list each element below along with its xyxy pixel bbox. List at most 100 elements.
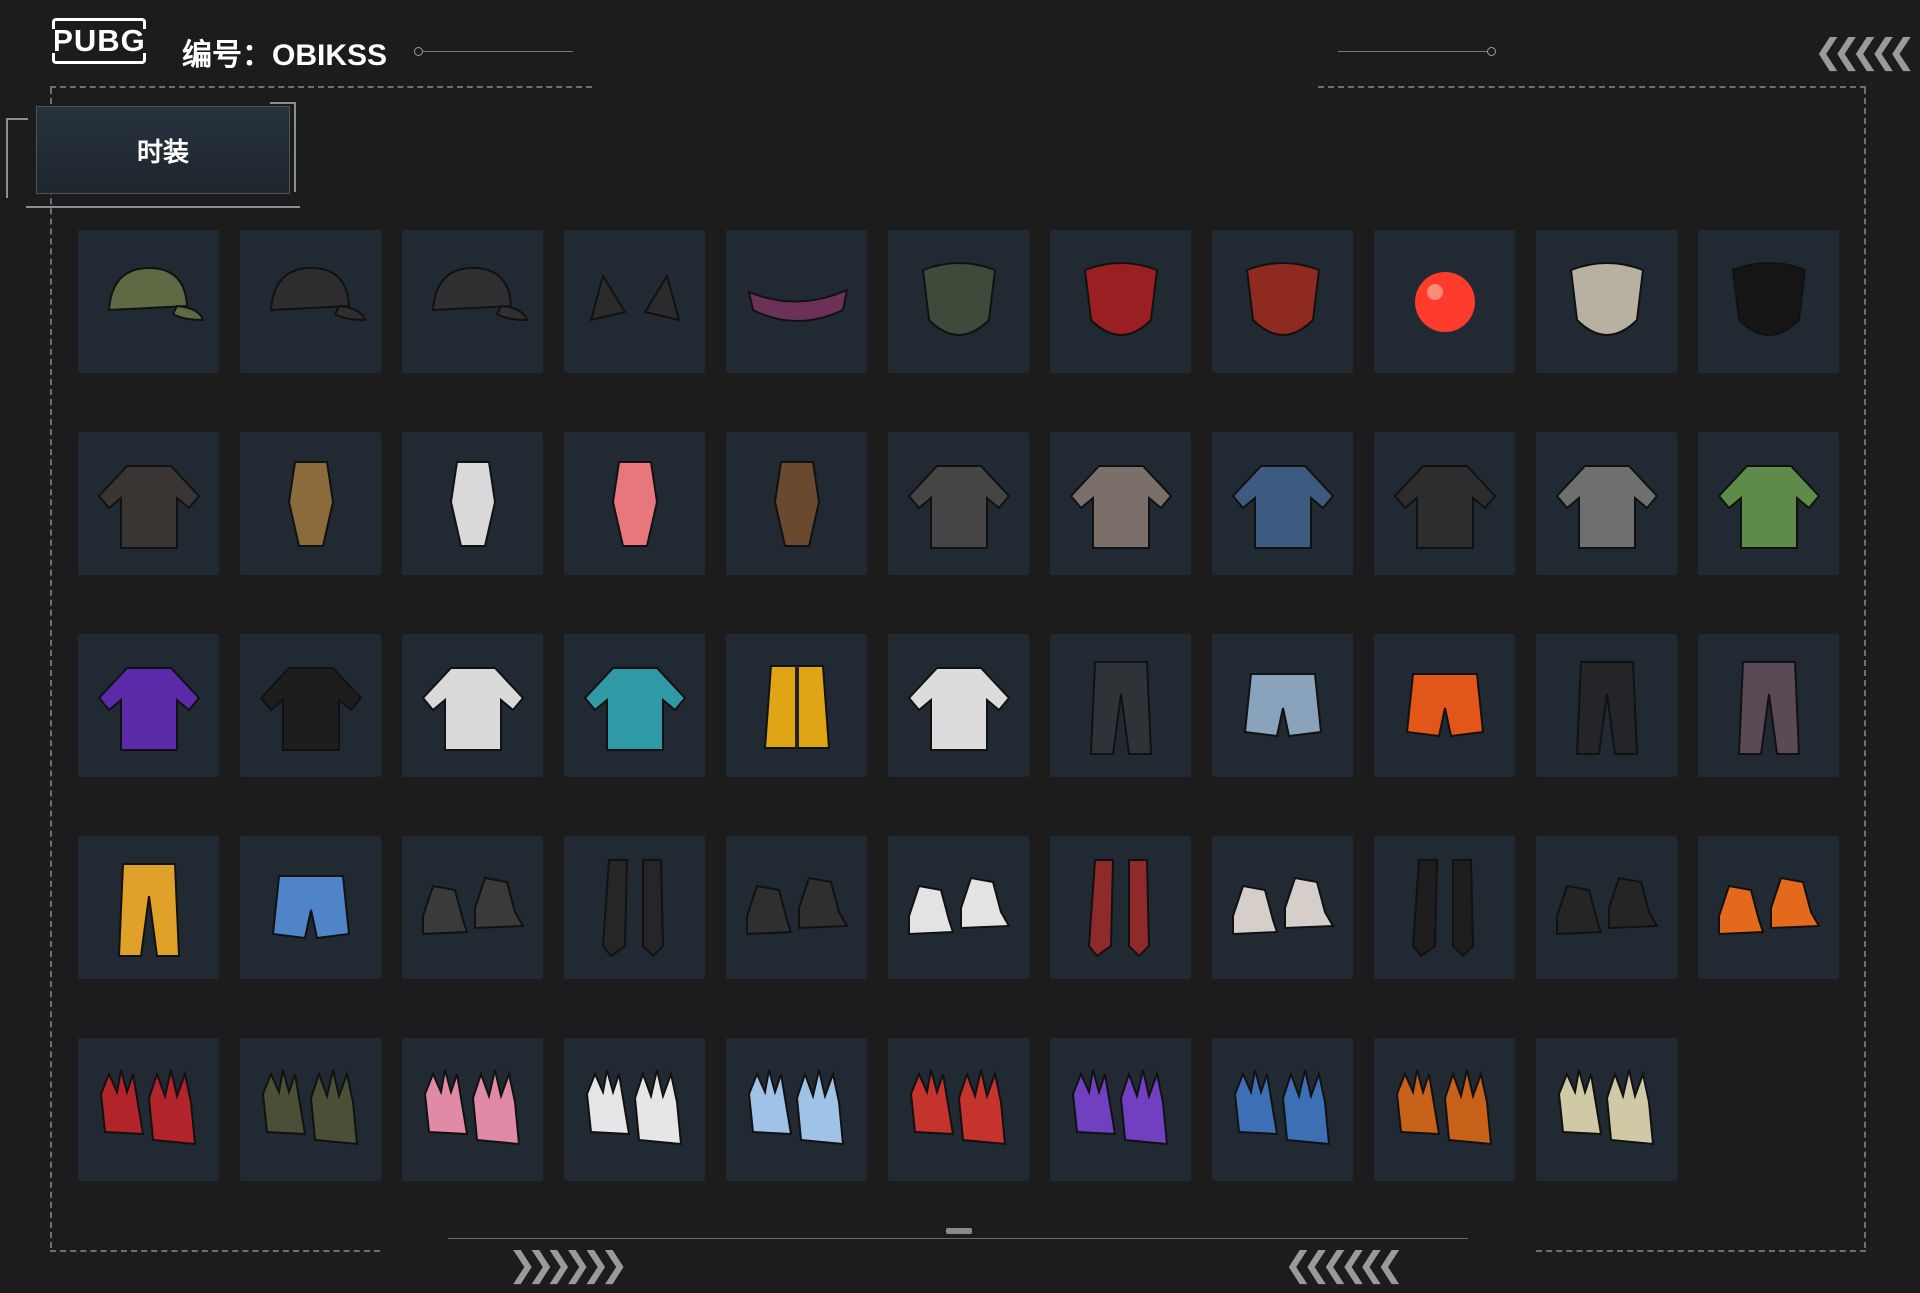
item-slot[interactable] bbox=[78, 1038, 219, 1181]
item-slot[interactable] bbox=[1212, 432, 1353, 575]
item-slot[interactable] bbox=[564, 1038, 705, 1181]
item-slot[interactable] bbox=[726, 1038, 867, 1181]
item-slot[interactable] bbox=[402, 836, 543, 979]
orange-black-gloves-icon bbox=[1383, 1048, 1507, 1172]
red-skull-mask-icon bbox=[1059, 240, 1183, 364]
item-slot[interactable] bbox=[1536, 836, 1677, 979]
item-slot[interactable] bbox=[1698, 432, 1839, 575]
purple-gloves-icon bbox=[1059, 1048, 1183, 1172]
item-slot[interactable] bbox=[888, 634, 1029, 777]
black-hoodie-icon bbox=[249, 644, 373, 768]
item-slot[interactable] bbox=[1212, 1038, 1353, 1181]
black-white-sneakers-icon bbox=[411, 846, 535, 970]
item-slot[interactable] bbox=[726, 432, 867, 575]
item-slot[interactable] bbox=[564, 836, 705, 979]
item-slot[interactable] bbox=[1050, 634, 1191, 777]
red-stockings-boots-icon bbox=[1059, 846, 1183, 970]
blue-fingerless-gloves-icon bbox=[1221, 1048, 1345, 1172]
item-slot[interactable] bbox=[1050, 432, 1191, 575]
off-shoulder-top-icon bbox=[87, 442, 211, 566]
blue-board-shorts-icon bbox=[249, 846, 373, 970]
item-slot[interactable] bbox=[402, 432, 543, 575]
item-slot[interactable] bbox=[1536, 230, 1677, 373]
black-joggers-icon bbox=[1545, 644, 1669, 768]
item-slot[interactable] bbox=[564, 634, 705, 777]
item-slot[interactable] bbox=[726, 230, 867, 373]
bottom-line bbox=[448, 1238, 1468, 1239]
yellow-sweatpants-icon bbox=[87, 846, 211, 970]
white-green-hoodie-icon bbox=[897, 644, 1021, 768]
camo-gloves-icon bbox=[249, 1048, 373, 1172]
item-slot[interactable] bbox=[1536, 1038, 1677, 1181]
item-slot[interactable] bbox=[78, 432, 219, 575]
item-slot[interactable] bbox=[1212, 634, 1353, 777]
item-slot[interactable] bbox=[888, 230, 1029, 373]
teal-bunny-hoodie-icon bbox=[573, 644, 697, 768]
item-slot[interactable] bbox=[1374, 432, 1515, 575]
white-bodysuit-icon bbox=[411, 442, 535, 566]
white-orange-jacket-icon bbox=[411, 644, 535, 768]
item-slot[interactable] bbox=[888, 432, 1029, 575]
item-slot[interactable] bbox=[78, 230, 219, 373]
teal-lace-sneakers-icon bbox=[735, 846, 859, 970]
item-slot[interactable] bbox=[78, 836, 219, 979]
item-slot[interactable] bbox=[402, 634, 543, 777]
item-slot[interactable] bbox=[1050, 836, 1191, 979]
item-slot[interactable] bbox=[1698, 230, 1839, 373]
item-slot[interactable] bbox=[240, 432, 381, 575]
item-slot[interactable] bbox=[1374, 836, 1515, 979]
item-slot[interactable] bbox=[1050, 1038, 1191, 1181]
denim-hooded-jacket-icon bbox=[1221, 442, 1345, 566]
beige-scarf-icon bbox=[1545, 240, 1669, 364]
item-slot[interactable] bbox=[402, 230, 543, 373]
tab-fashion[interactable]: 时装 bbox=[36, 106, 290, 194]
item-slot[interactable] bbox=[240, 634, 381, 777]
item-slot[interactable] bbox=[78, 634, 219, 777]
denim-shorts-icon bbox=[1221, 644, 1345, 768]
tab-corner-deco bbox=[6, 118, 28, 198]
shark-teeth-mask-icon bbox=[1707, 240, 1831, 364]
white-red-sneakers-icon bbox=[897, 846, 1021, 970]
item-grid bbox=[78, 230, 1839, 1181]
purple-visor-icon bbox=[735, 240, 859, 364]
orange-grey-jacket-icon bbox=[1545, 442, 1669, 566]
frame-top-left bbox=[50, 86, 592, 88]
item-slot[interactable] bbox=[564, 230, 705, 373]
cat-ears-icon bbox=[573, 240, 697, 364]
item-slot[interactable] bbox=[240, 230, 381, 373]
item-slot[interactable] bbox=[1374, 230, 1515, 373]
scroll-indicator[interactable] bbox=[946, 1228, 972, 1234]
item-slot[interactable] bbox=[1050, 230, 1191, 373]
item-slot[interactable] bbox=[240, 1038, 381, 1181]
item-slot[interactable] bbox=[1536, 634, 1677, 777]
frame-bottom-left bbox=[50, 1250, 380, 1252]
black-cap-icon bbox=[249, 240, 373, 364]
camo-pants-icon bbox=[1707, 644, 1831, 768]
frame-top-right bbox=[1318, 86, 1866, 88]
deco-dot bbox=[1487, 47, 1496, 56]
item-slot[interactable] bbox=[888, 1038, 1029, 1181]
item-slot[interactable] bbox=[1698, 634, 1839, 777]
item-slot[interactable] bbox=[1374, 1038, 1515, 1181]
item-slot[interactable] bbox=[1536, 432, 1677, 575]
colorful-hoodie-icon bbox=[1707, 442, 1831, 566]
red-clown-nose-icon bbox=[1383, 240, 1507, 364]
item-slot[interactable] bbox=[1374, 634, 1515, 777]
item-slot[interactable] bbox=[240, 836, 381, 979]
camo-face-mask-icon bbox=[897, 240, 1021, 364]
item-slot[interactable] bbox=[726, 836, 867, 979]
item-slot[interactable] bbox=[402, 1038, 543, 1181]
item-slot[interactable] bbox=[1212, 836, 1353, 979]
tab-underline-deco bbox=[26, 206, 300, 208]
bottom-left-arrows-icon: ❯❯ ❯❯❯❯ bbox=[508, 1246, 628, 1284]
bottom-right-arrows-icon: ❮❮❮❮ ❮❮ bbox=[1284, 1246, 1404, 1284]
item-slot[interactable] bbox=[564, 432, 705, 575]
red-black-gloves-icon bbox=[897, 1048, 1021, 1172]
item-slot[interactable] bbox=[726, 634, 867, 777]
red-bandana-icon bbox=[1221, 240, 1345, 364]
pubg-logo: PUBG bbox=[51, 18, 147, 64]
item-slot[interactable] bbox=[1212, 230, 1353, 373]
item-slot[interactable] bbox=[1698, 836, 1839, 979]
item-slot[interactable] bbox=[888, 836, 1029, 979]
logo-text: PUBG bbox=[52, 23, 146, 58]
